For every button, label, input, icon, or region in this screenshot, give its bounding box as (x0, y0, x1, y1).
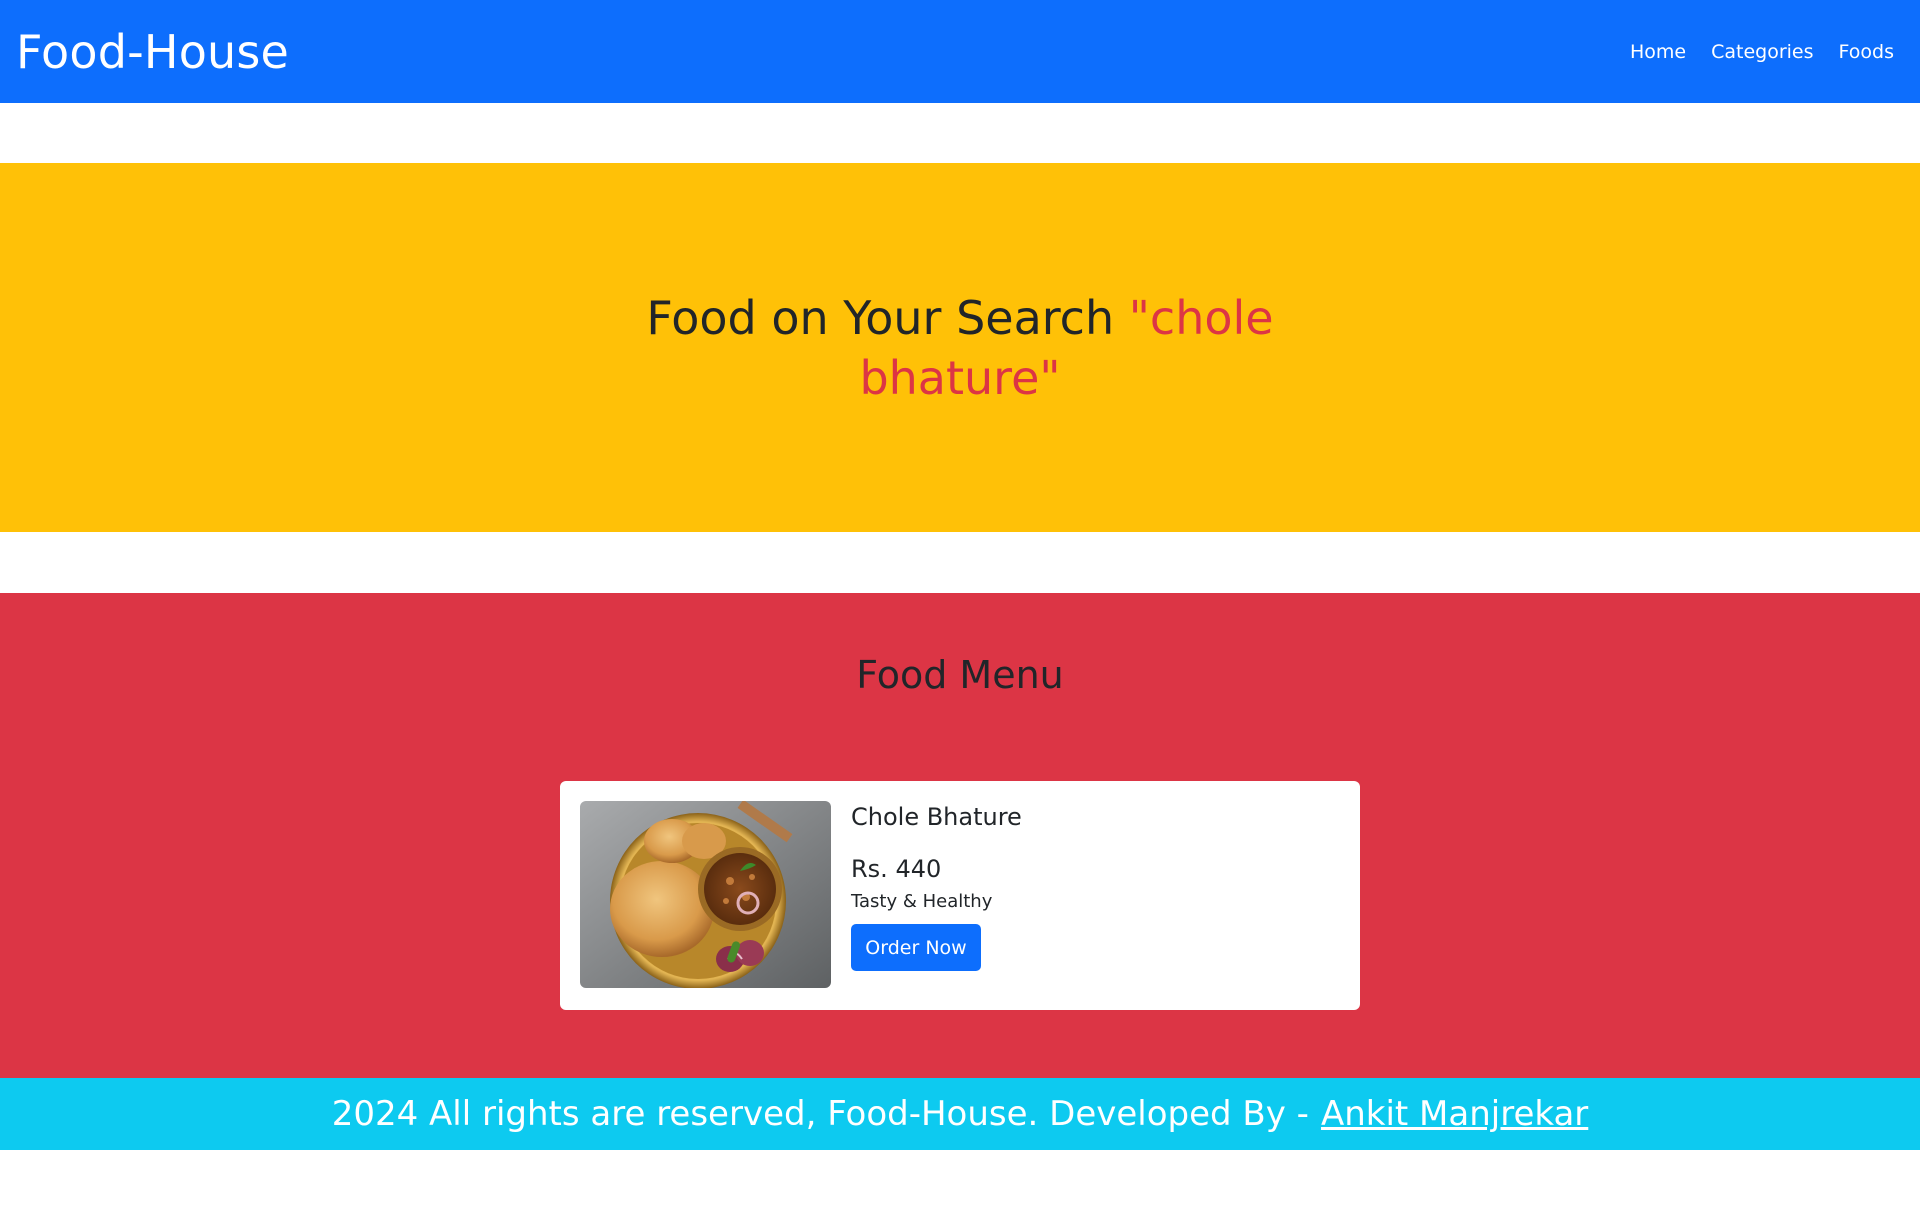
nav-link-categories[interactable]: Categories (1711, 41, 1813, 63)
order-now-button[interactable]: Order Now (851, 924, 981, 971)
food-menu-section: Food Menu Chole Bhature Rs. 440 Tasty & … (0, 593, 1920, 1078)
food-image (580, 801, 831, 988)
food-price: Rs. 440 (851, 855, 942, 883)
search-heading: Food on Your Search "chole bhature" (630, 288, 1290, 408)
food-description: Tasty & Healthy (851, 891, 993, 912)
food-card: Chole Bhature Rs. 440 Tasty & Healthy Or… (560, 781, 1360, 1010)
footer-author-link[interactable]: Ankit Manjrekar (1321, 1094, 1588, 1134)
search-hero: Food on Your Search "chole bhature" (0, 163, 1920, 532)
food-menu-title: Food Menu (856, 653, 1064, 697)
nav-links: Home Categories Foods (1630, 41, 1904, 63)
nav-link-foods[interactable]: Foods (1839, 41, 1894, 63)
nav-link-home[interactable]: Home (1630, 41, 1686, 63)
footer-copyright: 2024 All rights are reserved, Food-House… (331, 1094, 1309, 1134)
food-info: Chole Bhature Rs. 440 Tasty & Healthy Or… (851, 801, 1022, 990)
top-navbar: Food-House Home Categories Foods (0, 0, 1920, 103)
footer: 2024 All rights are reserved, Food-House… (0, 1078, 1920, 1150)
food-name: Chole Bhature (851, 803, 1022, 831)
search-heading-prefix: Food on Your Search (646, 290, 1129, 345)
chole-bhature-image (580, 801, 831, 988)
brand-logo[interactable]: Food-House (16, 25, 289, 79)
